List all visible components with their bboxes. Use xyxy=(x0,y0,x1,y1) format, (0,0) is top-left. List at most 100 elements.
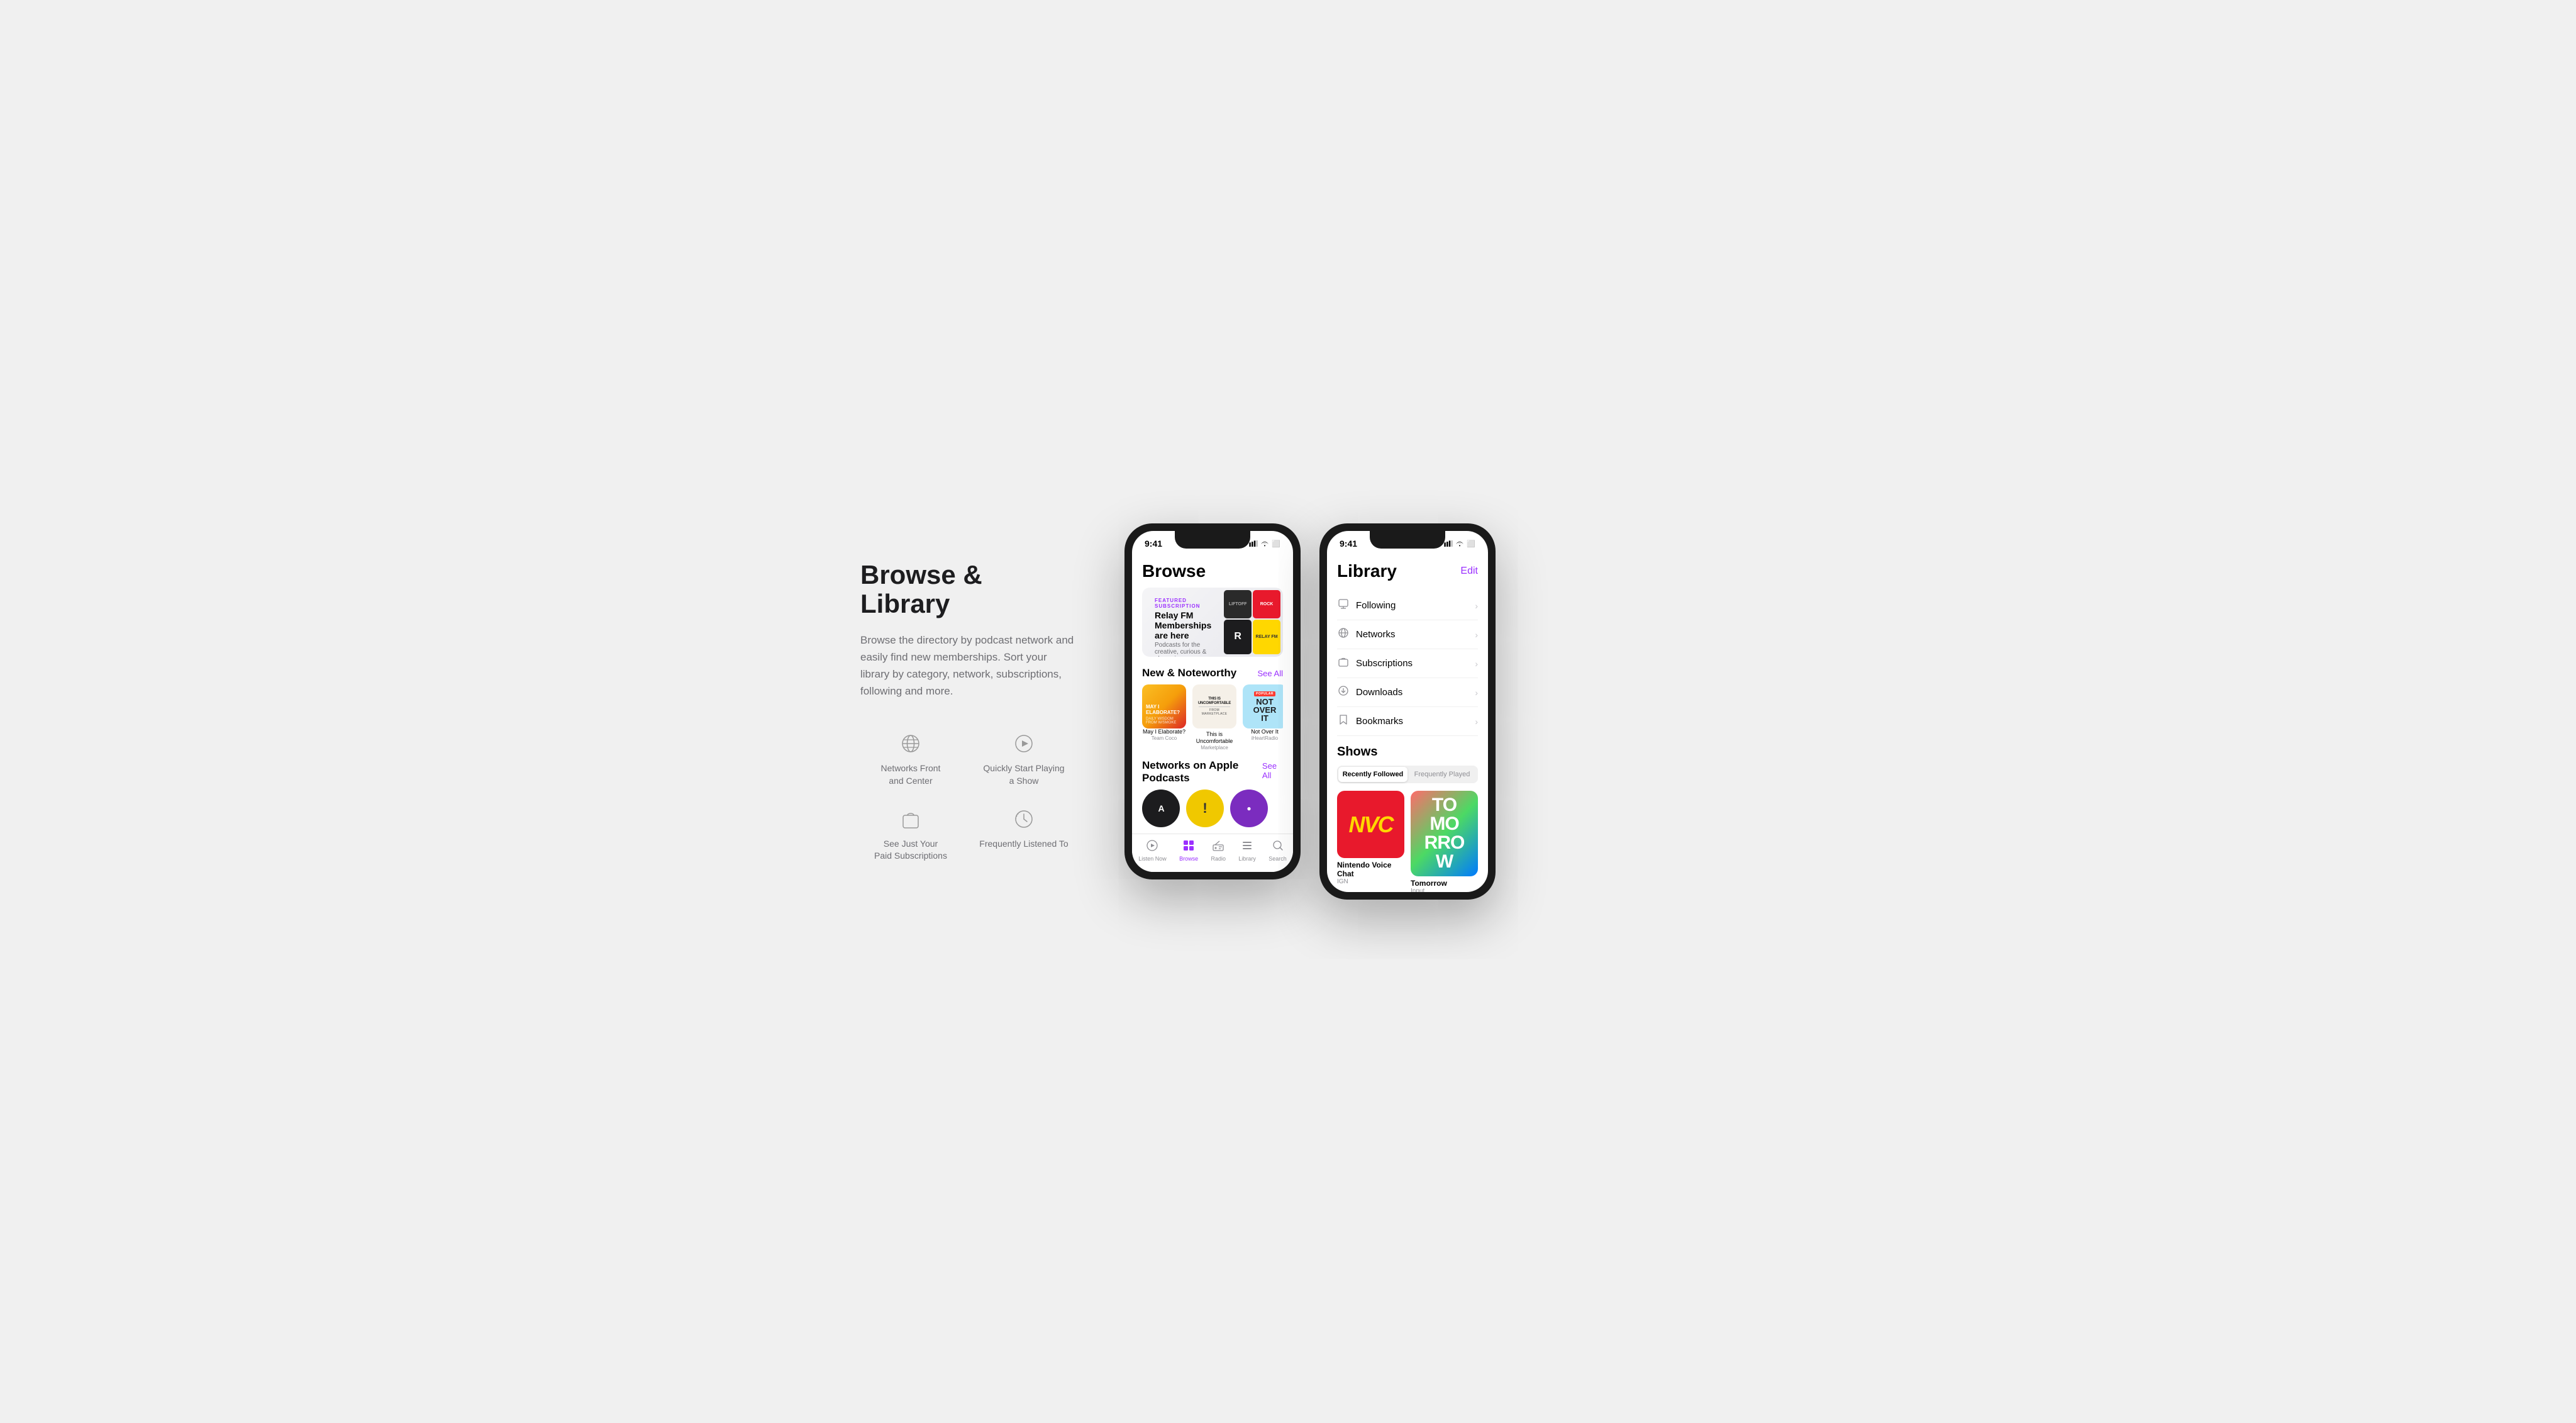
networks-header: Networks on Apple Podcasts See All xyxy=(1142,759,1283,784)
new-noteworthy-header: New & Noteworthy See All xyxy=(1142,667,1283,679)
browse-title: Browse xyxy=(1142,559,1283,588)
following-icon xyxy=(1337,598,1350,613)
networks-title: Networks on Apple Podcasts xyxy=(1142,759,1262,784)
search-icon-browse xyxy=(1272,839,1284,854)
podcast-card-uncomfortable[interactable]: THIS ISUNCOMFORTABLE FROM MARKETPLACE Th… xyxy=(1192,684,1236,751)
feature-label-networks: Networks Frontand Center xyxy=(881,762,941,787)
page-description: Browse the directory by podcast network … xyxy=(860,632,1074,700)
library-phone: 9:41 ⬜ Library Edit xyxy=(1319,523,1496,900)
podcast-name-may: May I Elaborate? xyxy=(1142,728,1186,735)
page-wrapper: Browse & Library Browse the directory by… xyxy=(848,523,1728,900)
network-circle-2[interactable]: ! xyxy=(1186,790,1224,827)
nav-search-browse[interactable]: Search xyxy=(1269,839,1287,862)
library-item-label-networks: Networks xyxy=(1356,629,1396,640)
network-circle-1[interactable]: A xyxy=(1142,790,1180,827)
library-item-networks-left: Networks xyxy=(1337,627,1396,642)
library-status-time: 9:41 xyxy=(1340,539,1357,549)
podcast-source-may: Team Coco xyxy=(1142,735,1186,741)
library-item-label-subscriptions: Subscriptions xyxy=(1356,658,1413,669)
library-item-subscriptions[interactable]: Subscriptions › xyxy=(1337,649,1478,678)
featured-banner[interactable]: FEATURED SUBSCRIPTION Relay FM Membershi… xyxy=(1142,588,1283,657)
nav-label-library-browse: Library xyxy=(1238,856,1256,862)
nav-browse[interactable]: Browse xyxy=(1179,839,1198,862)
browse-icon xyxy=(1182,839,1195,854)
library-item-subscriptions-left: Subscriptions xyxy=(1337,656,1413,671)
networks-icon xyxy=(1337,627,1350,642)
library-scroll: Library Edit Following xyxy=(1327,552,1488,892)
downloads-icon xyxy=(1337,685,1350,700)
show-card-tomorrow[interactable]: TOMORROW Tomorrow Input xyxy=(1411,791,1478,892)
feature-label-play: Quickly Start Playinga Show xyxy=(983,762,1064,787)
library-item-downloads[interactable]: Downloads › xyxy=(1337,678,1478,707)
show-card-nvc[interactable]: NVC Nintendo Voice Chat IGN xyxy=(1337,791,1404,892)
new-noteworthy-see-all[interactable]: See All xyxy=(1258,669,1283,678)
seg-recently-followed[interactable]: Recently Followed xyxy=(1338,767,1407,782)
library-item-label-bookmarks: Bookmarks xyxy=(1356,716,1403,727)
nav-label-radio: Radio xyxy=(1211,856,1226,862)
nav-listen-now[interactable]: Listen Now xyxy=(1138,839,1167,862)
browse-bottom-nav: Listen Now Browse Radio xyxy=(1132,834,1293,872)
library-screen-body: Library Edit Following xyxy=(1327,552,1488,892)
networks-see-all[interactable]: See All xyxy=(1262,761,1283,780)
show-title-nvc: Nintendo Voice Chat xyxy=(1337,861,1404,878)
notover-badge: POPULAR xyxy=(1254,691,1275,696)
library-status-icons: ⬜ xyxy=(1444,540,1475,548)
nav-label-search-browse: Search xyxy=(1269,856,1287,862)
library-phone-screen: 9:41 ⬜ Library Edit xyxy=(1327,531,1488,892)
feature-quickly-start-playing: Quickly Start Playinga Show xyxy=(974,731,1074,787)
browse-screen-body: Browse FEATURED SUBSCRIPTION Relay FM Me… xyxy=(1132,552,1293,872)
browse-phone: 9:41 ⬜ Browse FEATURE xyxy=(1124,523,1301,879)
browse-scroll: Browse FEATURED SUBSCRIPTION Relay FM Me… xyxy=(1132,552,1293,834)
feature-label-listened: Frequently Listened To xyxy=(979,838,1068,851)
podcast-source-notover: iHeartRadio xyxy=(1243,735,1283,741)
library-item-networks[interactable]: Networks › xyxy=(1337,620,1478,649)
browse-status-icons: ⬜ xyxy=(1249,540,1280,548)
browse-status-time: 9:41 xyxy=(1145,539,1162,549)
following-chevron: › xyxy=(1475,601,1478,611)
featured-sub: Podcasts for the creative, curious & obs… xyxy=(1148,642,1218,657)
show-title-tomorrow: Tomorrow xyxy=(1411,879,1478,888)
library-icon xyxy=(1241,839,1253,854)
library-item-downloads-left: Downloads xyxy=(1337,685,1402,700)
podcast-source-uncomfortable: Marketplace xyxy=(1192,745,1236,751)
library-item-label-following: Following xyxy=(1356,600,1396,611)
library-item-label-downloads: Downloads xyxy=(1356,687,1402,698)
seg-frequently-played[interactable]: Frequently Played xyxy=(1407,767,1477,782)
notover-text: NOTOVERIT xyxy=(1253,698,1277,722)
phones-container: 9:41 ⬜ Browse FEATURE xyxy=(1124,523,1496,900)
bag-icon xyxy=(901,806,920,832)
nav-library[interactable]: Library xyxy=(1238,839,1256,862)
nav-radio[interactable]: Radio xyxy=(1211,839,1226,862)
nav-label-browse: Browse xyxy=(1179,856,1198,862)
notover-art: POPULAR NOTOVERIT xyxy=(1243,684,1283,728)
bookmarks-icon xyxy=(1337,714,1350,728)
networks-chevron: › xyxy=(1475,630,1478,640)
featured-label: FEATURED SUBSCRIPTION xyxy=(1148,593,1218,610)
library-status-bar: 9:41 ⬜ xyxy=(1327,531,1488,552)
subscriptions-chevron: › xyxy=(1475,659,1478,669)
podcast-card-notover[interactable]: POPULAR NOTOVERIT Not Over It iHeartRadi… xyxy=(1243,684,1283,751)
segmented-control: Recently Followed Frequently Played xyxy=(1337,766,1478,783)
browse-status-bar: 9:41 ⬜ xyxy=(1132,531,1293,552)
subscriptions-icon xyxy=(1337,656,1350,671)
library-title: Library xyxy=(1337,561,1397,581)
radio-icon xyxy=(1212,839,1224,854)
shows-section-title: Shows xyxy=(1337,736,1478,766)
podcast-card-may[interactable]: MAY IELABORATE? DAILY WISDOM FROM W/SMOK… xyxy=(1142,684,1186,751)
library-item-bookmarks[interactable]: Bookmarks › xyxy=(1337,707,1478,736)
bookmarks-chevron: › xyxy=(1475,717,1478,727)
library-menu: Following › Networks xyxy=(1337,591,1478,736)
browse-phone-screen: 9:41 ⬜ Browse FEATURE xyxy=(1132,531,1293,872)
library-item-following[interactable]: Following › xyxy=(1337,591,1478,620)
network-circle-3[interactable]: ● xyxy=(1230,790,1268,827)
podcast-name-notover: Not Over It xyxy=(1243,728,1283,735)
library-title-row: Library Edit xyxy=(1337,559,1478,591)
downloads-chevron: › xyxy=(1475,688,1478,698)
podcast-row: MAY IELABORATE? DAILY WISDOM FROM W/SMOK… xyxy=(1142,684,1283,751)
play-circle-icon xyxy=(1014,731,1034,756)
may-art: MAY IELABORATE? DAILY WISDOM FROM W/SMOK… xyxy=(1142,684,1186,728)
features-grid: Networks Frontand Center Quickly Start P… xyxy=(860,731,1074,862)
library-item-bookmarks-left: Bookmarks xyxy=(1337,714,1403,728)
page-title: Browse & Library xyxy=(860,561,1074,618)
edit-button[interactable]: Edit xyxy=(1460,566,1478,577)
